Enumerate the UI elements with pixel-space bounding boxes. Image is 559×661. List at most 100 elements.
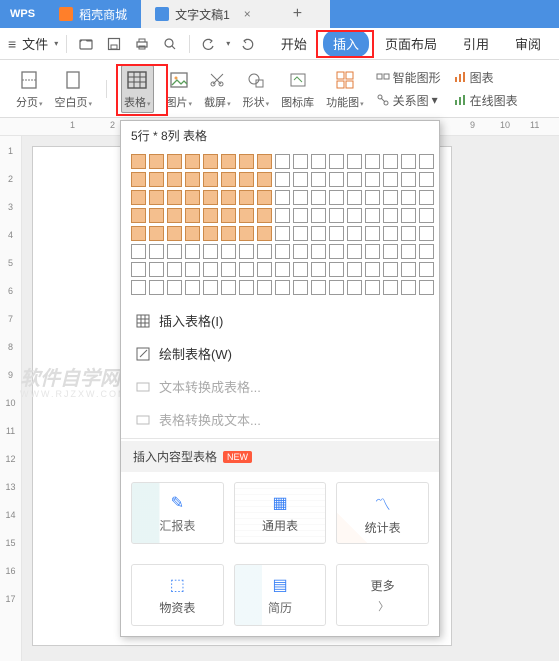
save-icon[interactable]: [103, 33, 125, 55]
grid-cell[interactable]: [347, 226, 362, 241]
open-icon[interactable]: [75, 33, 97, 55]
title-tab-document[interactable]: 文字文稿1 ×: [141, 0, 265, 28]
grid-cell[interactable]: [239, 190, 254, 205]
grid-cell[interactable]: [221, 280, 236, 295]
grid-cell[interactable]: [275, 154, 290, 169]
grid-cell[interactable]: [293, 262, 308, 277]
grid-cell[interactable]: [167, 262, 182, 277]
grid-cell[interactable]: [401, 172, 416, 187]
grid-cell[interactable]: [257, 154, 272, 169]
grid-cell[interactable]: [383, 226, 398, 241]
preview-icon[interactable]: [159, 33, 181, 55]
hamburger-icon[interactable]: ≡: [8, 36, 16, 52]
grid-cell[interactable]: [383, 262, 398, 277]
draw-table-item[interactable]: 绘制表格(W): [121, 337, 439, 370]
grid-cell[interactable]: [203, 208, 218, 223]
grid-cell[interactable]: [329, 208, 344, 223]
template-stat[interactable]: 〽统计表: [336, 482, 429, 544]
grid-cell[interactable]: [167, 208, 182, 223]
grid-cell[interactable]: [185, 280, 200, 295]
grid-cell[interactable]: [221, 154, 236, 169]
grid-cell[interactable]: [401, 226, 416, 241]
grid-cell[interactable]: [347, 244, 362, 259]
grid-cell[interactable]: [167, 190, 182, 205]
tab-insert[interactable]: 插入: [323, 30, 369, 57]
grid-cell[interactable]: [185, 262, 200, 277]
grid-cell[interactable]: [293, 154, 308, 169]
table-size-grid[interactable]: [121, 150, 439, 304]
grid-cell[interactable]: [203, 190, 218, 205]
redo-icon[interactable]: [236, 33, 258, 55]
blankpage-button[interactable]: 空白页▾: [55, 68, 93, 110]
grid-cell[interactable]: [347, 154, 362, 169]
grid-cell[interactable]: [239, 154, 254, 169]
grid-cell[interactable]: [311, 190, 326, 205]
grid-cell[interactable]: [185, 172, 200, 187]
grid-cell[interactable]: [293, 190, 308, 205]
undo-icon[interactable]: [198, 33, 220, 55]
grid-cell[interactable]: [221, 190, 236, 205]
grid-cell[interactable]: [275, 208, 290, 223]
funcpic-button[interactable]: 功能图▾: [326, 68, 364, 110]
grid-cell[interactable]: [185, 190, 200, 205]
grid-cell[interactable]: [275, 172, 290, 187]
grid-cell[interactable]: [203, 280, 218, 295]
grid-cell[interactable]: [221, 172, 236, 187]
grid-cell[interactable]: [203, 172, 218, 187]
grid-cell[interactable]: [221, 226, 236, 241]
grid-cell[interactable]: [185, 154, 200, 169]
grid-cell[interactable]: [419, 154, 434, 169]
grid-cell[interactable]: [365, 172, 380, 187]
tab-reference[interactable]: 引用: [453, 30, 499, 57]
grid-cell[interactable]: [419, 244, 434, 259]
grid-cell[interactable]: [221, 262, 236, 277]
grid-cell[interactable]: [185, 208, 200, 223]
grid-cell[interactable]: [347, 262, 362, 277]
grid-cell[interactable]: [329, 154, 344, 169]
grid-cell[interactable]: [149, 244, 164, 259]
grid-cell[interactable]: [329, 280, 344, 295]
insert-table-item[interactable]: 插入表格(I): [121, 304, 439, 337]
grid-cell[interactable]: [149, 208, 164, 223]
grid-cell[interactable]: [149, 154, 164, 169]
grid-cell[interactable]: [239, 172, 254, 187]
grid-cell[interactable]: [401, 154, 416, 169]
grid-cell[interactable]: [293, 226, 308, 241]
grid-cell[interactable]: [401, 262, 416, 277]
grid-cell[interactable]: [311, 208, 326, 223]
template-general[interactable]: ▦通用表: [234, 482, 327, 544]
title-tab-store[interactable]: 稻壳商城: [45, 0, 141, 28]
grid-cell[interactable]: [311, 154, 326, 169]
onlinechart-button[interactable]: 在线图表: [453, 92, 518, 109]
grid-cell[interactable]: [257, 190, 272, 205]
grid-cell[interactable]: [311, 280, 326, 295]
screenshot-button[interactable]: 截屏▾: [204, 68, 231, 110]
grid-cell[interactable]: [329, 244, 344, 259]
grid-cell[interactable]: [365, 262, 380, 277]
grid-cell[interactable]: [203, 154, 218, 169]
relation-button[interactable]: 关系图▾: [376, 92, 441, 109]
grid-cell[interactable]: [311, 262, 326, 277]
grid-cell[interactable]: [419, 262, 434, 277]
grid-cell[interactable]: [401, 208, 416, 223]
grid-cell[interactable]: [131, 262, 146, 277]
table-button[interactable]: 表格▾: [121, 65, 154, 113]
grid-cell[interactable]: [167, 280, 182, 295]
grid-cell[interactable]: [149, 172, 164, 187]
grid-cell[interactable]: [257, 172, 272, 187]
grid-cell[interactable]: [239, 208, 254, 223]
grid-cell[interactable]: [293, 280, 308, 295]
grid-cell[interactable]: [257, 244, 272, 259]
grid-cell[interactable]: [239, 244, 254, 259]
grid-cell[interactable]: [131, 280, 146, 295]
grid-cell[interactable]: [131, 244, 146, 259]
grid-cell[interactable]: [347, 280, 362, 295]
grid-cell[interactable]: [275, 226, 290, 241]
grid-cell[interactable]: [419, 226, 434, 241]
grid-cell[interactable]: [131, 226, 146, 241]
template-more[interactable]: 更多〉: [336, 564, 429, 626]
grid-cell[interactable]: [221, 244, 236, 259]
grid-cell[interactable]: [131, 154, 146, 169]
grid-cell[interactable]: [239, 262, 254, 277]
grid-cell[interactable]: [275, 280, 290, 295]
